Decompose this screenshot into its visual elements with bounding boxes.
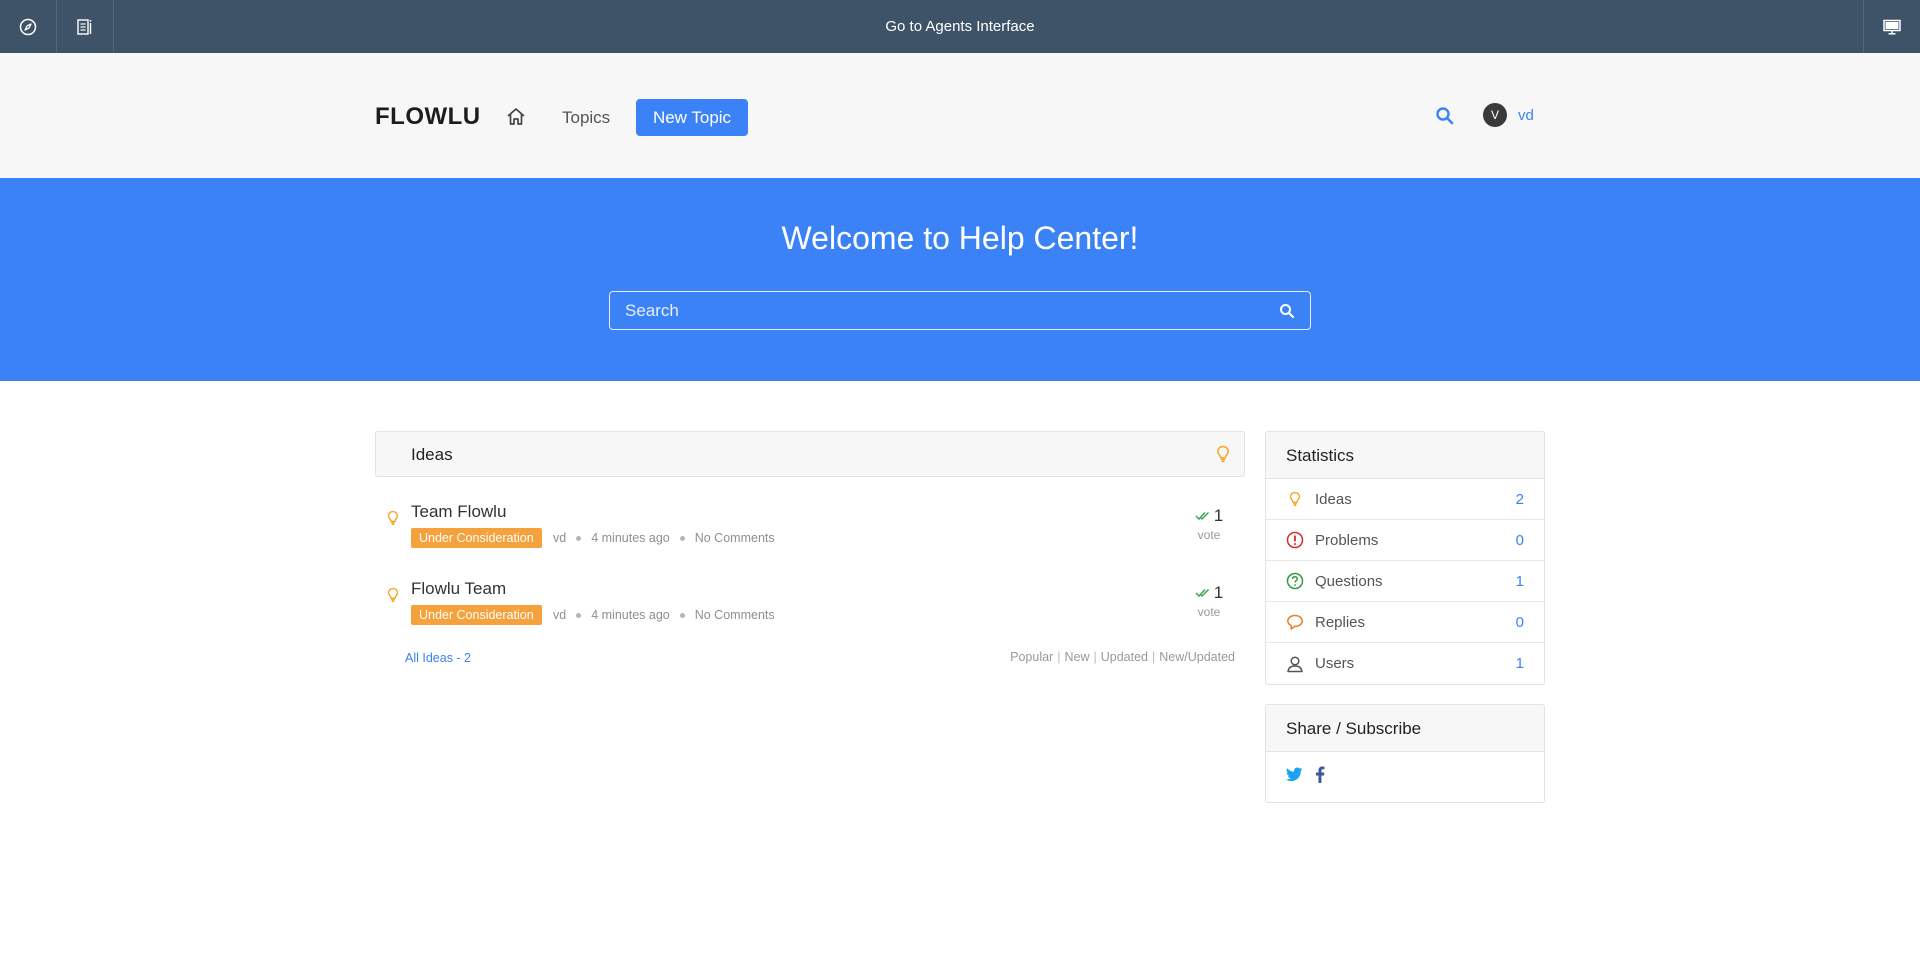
stat-row-ideas[interactable]: Ideas 2 [1266,479,1544,520]
search-input[interactable] [610,292,1310,329]
ideas-title[interactable]: Ideas [411,445,453,465]
user-icon [1286,655,1304,673]
stat-label: Replies [1315,613,1366,631]
stat-label: Questions [1315,572,1383,590]
header-search-button[interactable] [1434,105,1456,127]
compass-button[interactable] [0,0,57,53]
topic-comments[interactable]: No Comments [695,608,775,622]
stat-count: 2 [1515,490,1524,508]
vote-count: 1 [1213,583,1224,602]
statistics-card: Statistics Ideas 2 Problems 0 Questions … [1265,431,1545,685]
vote-count: 1 [1213,506,1224,525]
lightbulb-icon [387,587,399,608]
stat-label: Problems [1315,531,1379,549]
monitor-icon [1883,19,1901,35]
agents-interface-area: Go to Agents Interface [0,0,1920,53]
hero-search-box [609,291,1311,330]
site-header: FLOWLU Topics New Topic V vd [0,53,1920,178]
speech-bubble-icon [1286,613,1304,631]
compass-icon [19,18,37,35]
stat-row-replies[interactable]: Replies 0 [1266,602,1544,643]
exclamation-circle-icon [1286,531,1304,549]
topic-time: 4 minutes ago [591,531,670,545]
stat-count: 1 [1515,572,1524,590]
statistics-title: Statistics [1266,432,1544,479]
admin-topbar: Go to Agents Interface [0,0,1920,53]
topic-meta: vd 4 minutes ago No Comments [553,531,775,545]
new-topic-button[interactable]: New Topic [636,99,748,136]
topic-title-link[interactable]: Flowlu Team [411,579,506,599]
lightbulb-icon [387,510,399,531]
topic-title-link[interactable]: Team Flowlu [411,502,506,522]
status-badge[interactable]: Under Consideration [411,605,542,625]
sort-separator: | [1093,650,1097,664]
sort-new-updated-link[interactable]: New/Updated [1159,650,1235,664]
avatar[interactable]: V [1483,103,1507,127]
vote-label: vote [1197,605,1221,619]
sort-options: Popular | New | Updated | New/Updated [1010,650,1235,664]
lightbulb-icon [1286,490,1304,508]
all-ideas-link[interactable]: All Ideas - 2 [405,651,471,665]
separator-dot [679,612,685,618]
list-item: Team Flowlu Under Consideration vd 4 min… [375,500,1245,560]
sort-new-link[interactable]: New [1064,650,1089,664]
topic-meta: vd 4 minutes ago No Comments [553,608,775,622]
separator-dot [576,535,582,541]
documents-button[interactable] [57,0,114,53]
vote-counter[interactable]: 1 vote [1189,506,1229,542]
home-icon [507,108,525,125]
question-circle-icon [1286,572,1304,590]
separator-dot [679,535,685,541]
twitter-button[interactable] [1285,767,1303,787]
stat-label: Ideas [1315,490,1352,508]
home-button[interactable] [504,105,528,129]
list-item: Flowlu Team Under Consideration vd 4 min… [375,577,1245,637]
double-check-icon [1195,588,1209,598]
share-links [1266,752,1544,802]
stat-count: 0 [1515,613,1524,631]
hero-title: Welcome to Help Center! [781,220,1139,256]
facebook-button[interactable] [1315,766,1325,788]
nav-topics-link[interactable]: Topics [562,108,610,128]
go-to-agents-link[interactable]: Go to Agents Interface [885,18,1034,35]
stat-count: 1 [1515,655,1524,672]
topic-time: 4 minutes ago [591,608,670,622]
topic-comments[interactable]: No Comments [695,531,775,545]
vote-counter[interactable]: 1 vote [1189,583,1229,619]
share-card: Share / Subscribe [1265,704,1545,803]
topic-author[interactable]: vd [553,608,566,622]
sort-separator: | [1057,650,1061,664]
share-title: Share / Subscribe [1266,705,1544,752]
stat-row-problems[interactable]: Problems 0 [1266,520,1544,561]
twitter-icon [1285,767,1303,782]
search-icon [1280,304,1295,319]
search-icon [1436,107,1454,125]
facebook-icon [1315,766,1325,783]
monitor-button[interactable] [1863,0,1920,53]
separator-dot [576,612,582,618]
sort-separator: | [1152,650,1156,664]
status-badge[interactable]: Under Consideration [411,528,542,548]
sort-updated-link[interactable]: Updated [1101,650,1148,664]
document-list-icon [77,18,92,35]
stat-row-users[interactable]: Users 1 [1266,643,1544,684]
stat-label: Users [1315,655,1355,672]
vote-label: vote [1197,528,1221,542]
sort-popular-link[interactable]: Popular [1010,650,1053,664]
stat-row-questions[interactable]: Questions 1 [1266,561,1544,602]
topic-author[interactable]: vd [553,531,566,545]
logo[interactable]: FLOWLU [375,103,481,131]
double-check-icon [1195,511,1209,521]
lightbulb-icon [1216,445,1230,468]
stat-count: 0 [1515,531,1524,549]
hero-banner: Welcome to Help Center! [0,178,1920,381]
user-name-link[interactable]: vd [1518,107,1534,124]
ideas-section-header: Ideas [375,431,1245,477]
search-submit-button[interactable] [1278,302,1296,320]
